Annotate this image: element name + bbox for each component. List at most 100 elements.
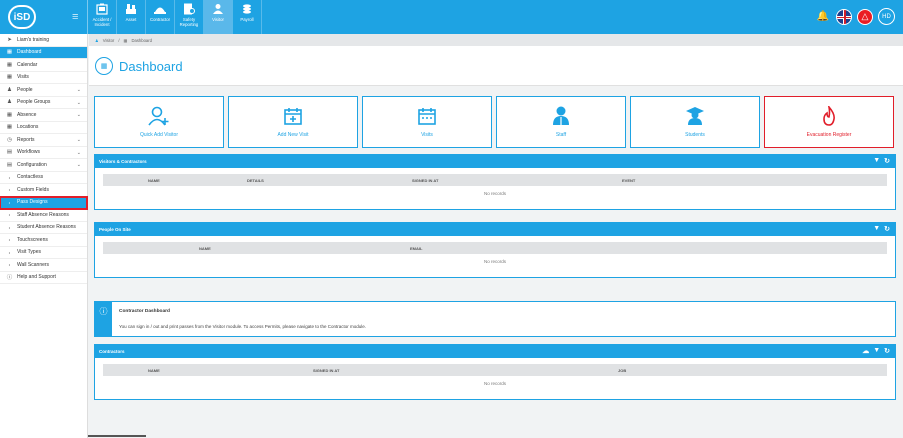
module-label: Payroll — [240, 17, 254, 22]
column-name[interactable]: NAME — [148, 178, 160, 183]
sidebar-item-label: Help and Support — [17, 274, 56, 281]
filter-icon[interactable]: ▼ — [873, 157, 880, 165]
sidebar-item-label: Configuration — [17, 161, 47, 168]
module-safety-reporting[interactable]: Safety Reporting — [175, 0, 204, 34]
asset-icon — [125, 3, 137, 15]
column-details[interactable]: DETAILS — [247, 178, 264, 183]
pin-icon: ➤ — [7, 36, 12, 43]
sidebar-item-label: Touchscreens — [17, 236, 48, 243]
sidebar-item-calendar[interactable]: ▦ Calendar — [0, 59, 87, 72]
sidebar-item-student-absence-reasons[interactable]: • Student Absence Reasons — [0, 222, 87, 234]
bullet-icon: • — [8, 224, 11, 230]
tile-visits[interactable]: Visits — [362, 96, 492, 148]
module-label: Contractor — [149, 17, 171, 22]
sidebar-item-people-groups[interactable]: ♟ People Groups ⌄ — [0, 97, 87, 109]
tile-staff[interactable]: Staff — [496, 96, 626, 148]
tile-label: Add New Visit — [277, 132, 309, 138]
visitor-icon — [212, 3, 224, 15]
configuration-icon: ▤ — [6, 161, 13, 168]
people-icon: ♟ — [7, 86, 12, 93]
tile-evacuation-register[interactable]: Evacuation Register — [764, 96, 894, 148]
sidebar-item-label: Student Absence Reasons — [17, 224, 76, 231]
sidebar-item-locations[interactable]: ▦ Locations — [0, 122, 87, 134]
bell-icon[interactable]: 🔔 — [815, 9, 831, 25]
sidebar-item-label: People — [17, 86, 33, 93]
sidebar-item-label: Staff Absence Reasons — [17, 211, 69, 218]
module-visitor[interactable]: Visitor — [204, 0, 233, 34]
tile-label: Staff — [555, 132, 567, 138]
workflows-icon: ▤ — [6, 149, 13, 156]
column-signed-in-at[interactable]: SIGNED IN AT — [412, 178, 438, 183]
sidebar-item-visits[interactable]: ▦ Visits — [0, 72, 87, 84]
sidebar-item-dashboard[interactable]: ▦ Dashboard — [0, 46, 87, 59]
module-label: Asset — [125, 17, 137, 22]
column-event[interactable]: EVENT — [622, 178, 635, 183]
sidebar-item-custom-fields[interactable]: • Custom Fields — [0, 184, 87, 197]
sidebar-item-help-and-support[interactable]: ⓘ Help and Support — [0, 272, 87, 284]
bullet-icon: • — [8, 249, 11, 255]
tile-quick-add-visitor[interactable]: Quick Add Visitor — [94, 96, 224, 148]
refresh-icon[interactable]: ↻ — [884, 157, 890, 165]
sidebar-item-liams-training[interactable]: ➤ Liam's training — [0, 34, 87, 47]
chevron-down-icon: ⌄ — [76, 112, 81, 118]
app-logo[interactable]: iSD — [8, 5, 36, 29]
tile-students[interactable]: Students — [630, 96, 760, 148]
module-accident-incident[interactable]: Accident / Incident — [88, 0, 117, 34]
avatar[interactable]: HD — [878, 8, 895, 25]
people-groups-icon: ♟ — [7, 99, 12, 106]
sidebar-item-workflows[interactable]: ▤ Workflows ⌄ — [0, 147, 87, 159]
calendar-icon: ▦ — [6, 61, 13, 68]
chevron-down-icon: ⌄ — [76, 87, 81, 93]
sidebar-item-wall-scanners[interactable]: • Wall Scanners — [0, 259, 87, 272]
sidebar-item-people[interactable]: ♟ People ⌄ — [0, 84, 87, 97]
uk-flag-icon[interactable] — [836, 8, 852, 25]
notice-text: You can sign in / out and print passes f… — [119, 324, 367, 329]
contractor-dashboard-notice: ⓘ Contractor Dashboard You can sign in /… — [94, 301, 896, 337]
hamburger-menu-icon[interactable]: ≡ — [72, 11, 78, 23]
students-icon — [685, 106, 705, 126]
sidebar-item-touchscreens[interactable]: • Touchscreens — [0, 234, 87, 247]
sidebar-item-staff-absence-reasons[interactable]: • Staff Absence Reasons — [0, 209, 87, 222]
module-asset[interactable]: Asset — [117, 0, 146, 34]
tile-add-new-visit[interactable]: Add New Visit — [228, 96, 358, 148]
payroll-icon — [241, 3, 253, 15]
sidebar-item-absence[interactable]: ▦ Absence ⌄ — [0, 109, 87, 122]
bullet-icon: • — [8, 212, 11, 218]
column-name[interactable]: NAME — [148, 368, 160, 373]
breadcrumb-visitor[interactable]: Visitor — [103, 38, 115, 43]
filter-icon[interactable]: ▼ — [873, 347, 880, 355]
logo-area: iSD ≡ — [0, 0, 88, 34]
fire-alert-icon[interactable]: △ — [857, 8, 873, 25]
sidebar: ➤ Liam's training ▦ Dashboard ▦ Calendar ▦ V… — [0, 34, 88, 438]
module-label: Safety Reporting — [179, 17, 199, 27]
sidebar-item-visit-types[interactable]: • Visit Types — [0, 247, 87, 259]
page-title: Dashboard — [119, 59, 183, 74]
sidebar-item-configuration[interactable]: ▤ Configuration ⌄ — [0, 159, 87, 172]
column-signed-in-at[interactable]: SIGNED IN AT — [313, 368, 339, 373]
module-contractor[interactable]: Contractor — [146, 0, 175, 34]
empty-message: No records — [483, 191, 506, 196]
horizontal-scrollbar[interactable] — [88, 435, 146, 437]
sidebar-item-label: Visit Types — [17, 249, 41, 256]
safety-reporting-icon — [183, 3, 195, 15]
sidebar-item-label: People Groups — [17, 99, 51, 106]
filter-icon[interactable]: ▼ — [873, 225, 880, 233]
sidebar-item-contactless[interactable]: • Contactless — [0, 172, 87, 184]
panel-title: Contractors — [99, 349, 125, 354]
refresh-icon[interactable]: ↻ — [884, 225, 890, 233]
sidebar-item-label: Calendar — [17, 61, 38, 68]
contractors-panel: Contractors ☁ ▼ ↻ NAME SIGNED IN AT JOB … — [94, 344, 896, 400]
refresh-icon[interactable]: ↻ — [884, 347, 890, 355]
column-name[interactable]: NAME — [199, 246, 211, 251]
sidebar-item-pass-designs[interactable]: • Pass Designs — [0, 195, 88, 210]
bullet-icon: • — [8, 199, 11, 205]
column-email[interactable]: EMAIL — [410, 246, 422, 251]
cloud-upload-icon[interactable]: ☁ — [862, 347, 869, 355]
module-payroll[interactable]: Payroll — [233, 0, 262, 34]
column-job[interactable]: JOB — [618, 368, 626, 373]
sidebar-item-reports[interactable]: ◷ Reports ⌄ — [0, 134, 87, 147]
empty-message: No records — [483, 381, 506, 386]
add-visit-icon — [284, 106, 302, 126]
bullet-icon: • — [8, 237, 11, 243]
panel-header: Contractors ☁ ▼ ↻ — [95, 345, 895, 358]
